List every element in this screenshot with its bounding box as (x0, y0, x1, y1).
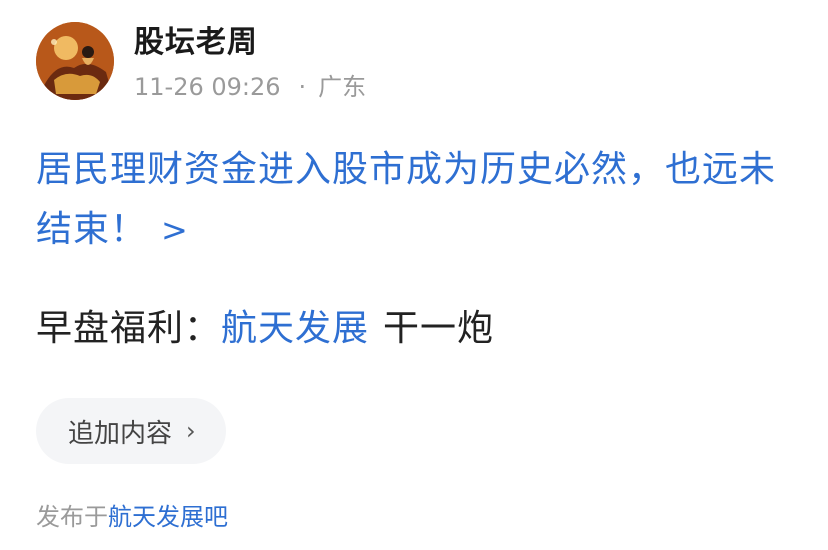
author-block: 股坛老周 11-26 09:26 · 广东 (134, 22, 366, 102)
avatar-image-icon (36, 22, 114, 100)
add-content-button[interactable]: 追加内容 › (36, 398, 226, 464)
post-title-text: 居民理财资金进入股市成为历史必然，也远未结束！ (36, 149, 777, 250)
post-date: 11-26 09:26 (134, 73, 281, 101)
post-body: 早盘福利：航天发展 干一炮 (36, 302, 494, 356)
post-title-link[interactable]: 居民理财资金进入股市成为历史必然，也远未结束！ > (36, 140, 806, 260)
post-location: 广东 (318, 73, 367, 101)
avatar[interactable] (36, 22, 114, 100)
post-footer: 发布于航天发展吧 (36, 500, 228, 534)
post-meta: 11-26 09:26 · 广东 (134, 72, 366, 102)
meta-separator: · (298, 73, 307, 101)
footer-prefix: 发布于 (36, 503, 108, 531)
forum-link[interactable]: 航天发展吧 (108, 503, 228, 531)
stock-link[interactable]: 航天发展 (221, 308, 369, 349)
body-suffix: 干一炮 (383, 308, 495, 349)
post-header: 股坛老周 11-26 09:26 · 广东 (36, 22, 366, 102)
chevron-right-icon: > (161, 211, 189, 249)
author-name[interactable]: 股坛老周 (134, 24, 366, 62)
chevron-right-icon: › (186, 417, 196, 445)
body-prefix: 早盘福利： (36, 308, 222, 349)
add-content-label: 追加内容 (68, 418, 173, 449)
